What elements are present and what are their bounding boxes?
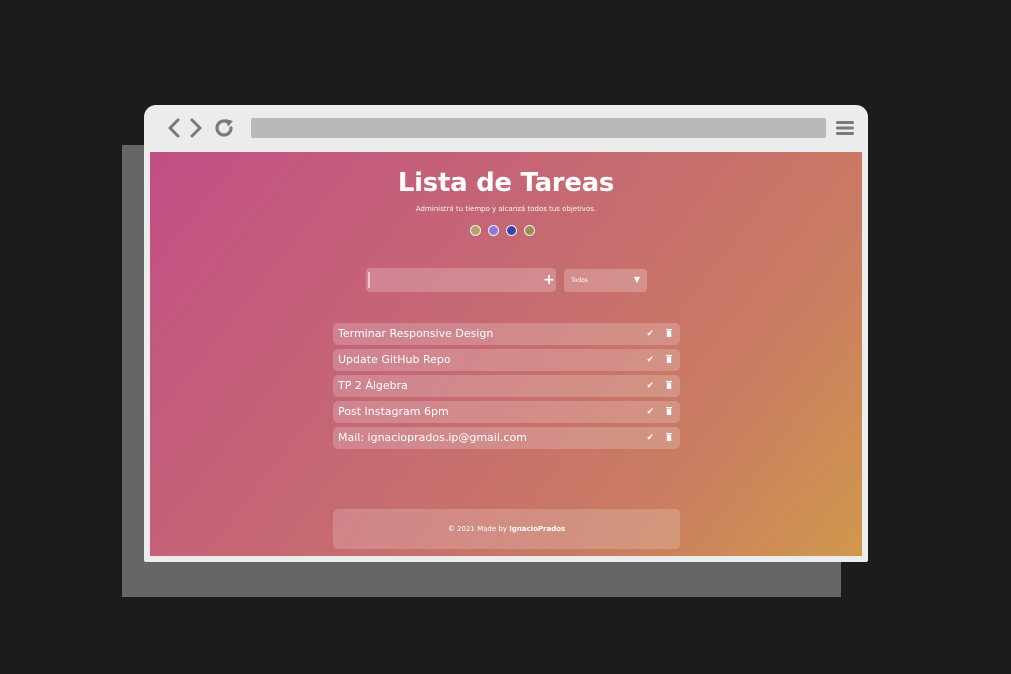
task-item: Update GitHub Repo ✔ (333, 349, 680, 371)
task-text: TP 2 Álgebra (338, 379, 408, 392)
filter-select[interactable]: Todos ▼ (564, 269, 647, 292)
page-viewport: Lista de Tareas Administrá tu tiempo y a… (150, 152, 862, 556)
check-icon[interactable]: ✔ (646, 427, 654, 449)
task-item: TP 2 Álgebra ✔ (333, 375, 680, 397)
footer-prefix: © 2021 Made by (447, 525, 507, 533)
task-text: Update GitHub Repo (338, 353, 451, 366)
theme-dot-2[interactable] (488, 225, 499, 236)
theme-dot-3[interactable] (506, 225, 517, 236)
check-icon[interactable]: ✔ (646, 349, 654, 371)
page-footer: © 2021 Made by IgnacioPrados (333, 509, 680, 549)
task-item: Mail: ignacioprados.ip@gmail.com ✔ (333, 427, 680, 449)
trash-icon[interactable] (666, 433, 672, 441)
browser-toolbar (144, 105, 868, 151)
trash-icon[interactable] (666, 407, 672, 415)
filter-selected-label: Todos (571, 277, 588, 284)
theme-dot-1[interactable] (470, 225, 481, 236)
task-item: Terminar Responsive Design ✔ (333, 323, 680, 345)
chevron-right-icon[interactable] (186, 117, 206, 139)
check-icon[interactable]: ✔ (646, 401, 654, 423)
address-bar[interactable] (251, 118, 826, 138)
check-icon[interactable]: ✔ (646, 375, 654, 397)
page-subtitle: Administrá tu tiempo y alcanzá todos tus… (415, 205, 597, 213)
reload-icon[interactable] (212, 117, 236, 139)
input-caret (368, 272, 370, 288)
theme-dot-4[interactable] (524, 225, 535, 236)
chevron-left-icon[interactable] (164, 117, 184, 139)
trash-icon[interactable] (666, 355, 672, 363)
dropdown-arrow-icon: ▼ (633, 275, 640, 284)
trash-icon[interactable] (666, 329, 672, 337)
add-task-button[interactable]: + (543, 272, 555, 288)
trash-icon[interactable] (666, 381, 672, 389)
task-list: Terminar Responsive Design ✔ Update GitH… (333, 323, 680, 453)
check-icon[interactable]: ✔ (646, 323, 654, 345)
hamburger-icon[interactable] (835, 119, 855, 137)
task-text: Mail: ignacioprados.ip@gmail.com (338, 431, 527, 444)
page-title: Lista de Tareas (397, 168, 615, 198)
theme-selector (470, 225, 550, 236)
browser-window: Lista de Tareas Administrá tu tiempo y a… (144, 105, 868, 562)
task-text: Post Instagram 6pm (338, 405, 449, 418)
task-item: Post Instagram 6pm ✔ (333, 401, 680, 423)
footer-author[interactable]: IgnacioPrados (509, 525, 565, 533)
task-input[interactable] (366, 268, 556, 292)
task-text: Terminar Responsive Design (338, 327, 494, 340)
